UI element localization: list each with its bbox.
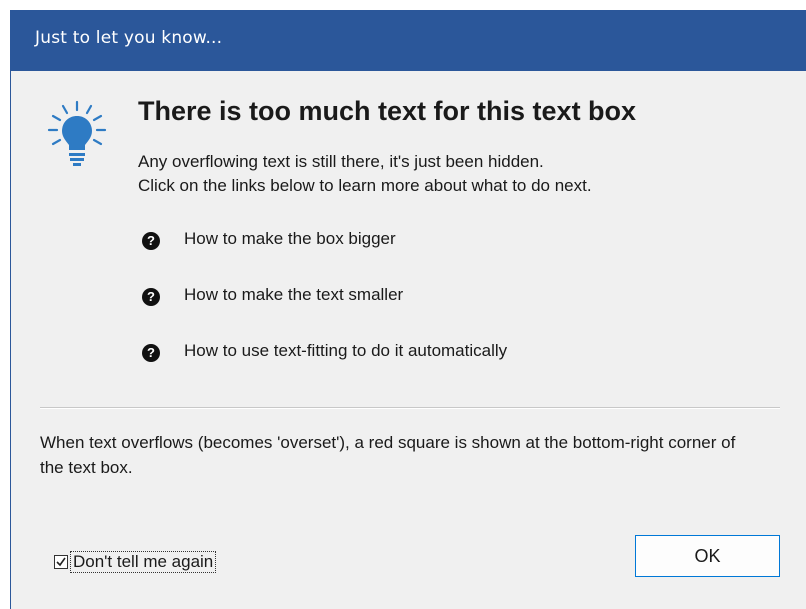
- link-label[interactable]: How to use text-fitting to do it automat…: [184, 341, 507, 361]
- divider: [40, 407, 780, 409]
- dont-tell-again-checkbox[interactable]: Don't tell me again: [54, 551, 217, 573]
- dialog-title: Just to let you know...: [35, 28, 223, 48]
- link-label[interactable]: How to make the text smaller: [184, 285, 403, 305]
- description-line-1: Any overflowing text is still there, it'…: [138, 152, 544, 171]
- title-bar[interactable]: Just to let you know...: [11, 10, 806, 71]
- description-line-2: Click on the links below to learn more a…: [138, 176, 592, 195]
- link-make-text-smaller[interactable]: ? How to make the text smaller: [142, 285, 507, 341]
- help-icon: ?: [142, 232, 160, 250]
- help-links: ? How to make the box bigger ? How to ma…: [142, 229, 507, 397]
- lightbulb-icon: [47, 100, 107, 170]
- help-icon: ?: [142, 344, 160, 362]
- dialog-description: Any overflowing text is still there, it'…: [138, 150, 592, 198]
- link-make-box-bigger[interactable]: ? How to make the box bigger: [142, 229, 507, 285]
- dialog-window: Just to let you know... There is too muc…: [10, 10, 806, 609]
- overflow-note: When text overflows (becomes 'overset'),…: [40, 433, 736, 477]
- checkmark-icon: [56, 557, 66, 567]
- ok-button[interactable]: OK: [635, 535, 780, 577]
- checkbox-box[interactable]: [54, 555, 68, 569]
- link-text-fitting[interactable]: ? How to use text-fitting to do it autom…: [142, 341, 507, 397]
- dialog-heading: There is too much text for this text box: [138, 96, 637, 126]
- help-icon: ?: [142, 288, 160, 306]
- checkbox-label[interactable]: Don't tell me again: [69, 551, 217, 573]
- link-label[interactable]: How to make the box bigger: [184, 229, 396, 249]
